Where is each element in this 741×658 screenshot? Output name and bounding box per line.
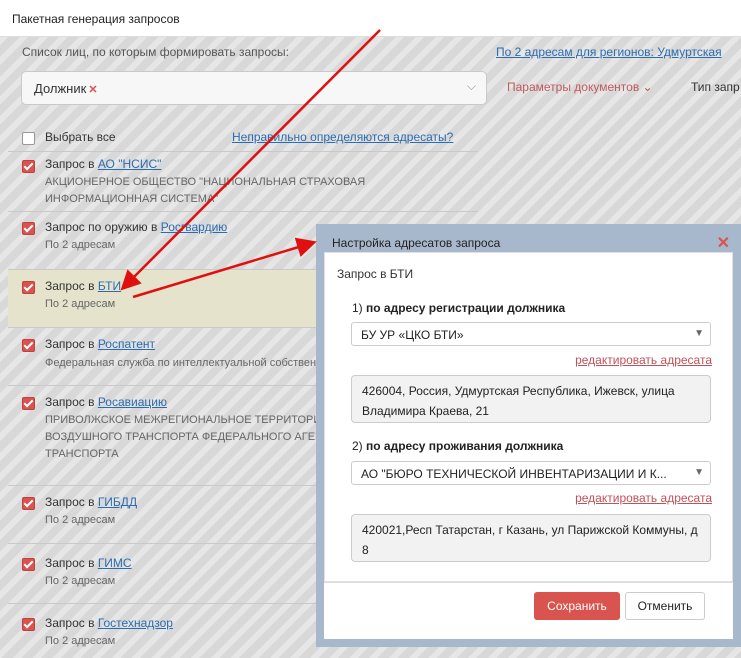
caret-down-icon: ▼	[694, 467, 704, 478]
item-checkbox[interactable]	[22, 160, 35, 173]
item-prefix: Запрос в	[45, 495, 98, 509]
section1-label: 1) по адресу регистрации должника	[352, 301, 565, 315]
section2-edit-link[interactable]: редактировать адресата	[575, 491, 712, 505]
item-prefix: Запрос в	[45, 337, 98, 351]
dialog-title: Настройка адресатов запроса	[332, 236, 501, 250]
select-all-label: Выбрать все	[45, 130, 116, 144]
item-checkbox[interactable]	[22, 618, 35, 631]
debtor-filter-dropdown[interactable]: Должник ✕ ⌵	[21, 71, 487, 105]
window-title: Пакетная генерация запросов	[12, 12, 180, 26]
section1-address: 426004, Россия, Удмуртская Республика, И…	[351, 375, 711, 423]
dialog-body: Запрос в БТИ 1) по адресу регистрации до…	[324, 252, 733, 582]
item-checkbox[interactable]	[22, 397, 35, 410]
item-checkbox[interactable]	[22, 281, 35, 294]
section2-label: 2) по адресу проживания должника	[352, 439, 563, 453]
item-title: Запрос в Росавиацию	[45, 395, 167, 409]
scroll-up-icon[interactable]: ▲	[484, 147, 486, 156]
item-title: Запрос в Роспатент	[45, 337, 155, 351]
section2-address: 420021,Респ Татарстан, г Казань, ул Пари…	[351, 514, 711, 562]
doc-params-label: Параметры документов	[507, 80, 640, 94]
select-all-checkbox[interactable]	[22, 132, 35, 145]
window-titlebar: Пакетная генерация запросов	[0, 0, 741, 37]
wrong-addressees-link[interactable]: Неправильно определяются адресаты?	[232, 130, 453, 144]
cancel-button[interactable]: Отменить	[625, 592, 705, 620]
chevron-down-icon: ⌄	[642, 80, 653, 94]
item-title: Запрос по оружию в Росгвардию	[45, 220, 227, 234]
item-checkbox[interactable]	[22, 558, 35, 571]
section1-title: по адресу регистрации должника	[366, 301, 566, 315]
dialog-header: Настройка адресатов запроса ✕	[324, 232, 733, 252]
item-link[interactable]: Гостехнадзор	[98, 616, 173, 630]
section2-addressee-select[interactable]: АО "БЮРО ТЕХНИЧЕСКОЙ ИНВЕНТАРИЗАЦИИ И К.…	[351, 461, 711, 485]
item-title: Запрос в Гостехнадзор	[45, 616, 173, 630]
save-button[interactable]: Сохранить	[534, 592, 620, 620]
section1-num: 1)	[352, 301, 367, 315]
debtor-tag: Должник ✕	[34, 81, 98, 96]
item-title: Запрос в ГИБДД	[45, 495, 137, 509]
item-link[interactable]: Росгвардию	[161, 220, 228, 234]
section2-title: по адресу проживания должника	[366, 439, 564, 453]
remove-tag-icon[interactable]: ✕	[88, 84, 97, 96]
caret-down-icon: ▼	[694, 328, 704, 339]
item-link[interactable]: АО "НСИС"	[98, 157, 162, 171]
item-title: Запрос в ГИМС	[45, 556, 132, 570]
section2-num: 2)	[352, 439, 367, 453]
item-prefix: Запрос в	[45, 616, 98, 630]
close-icon[interactable]: ✕	[717, 233, 730, 253]
regions-link[interactable]: По 2 адресам для регионов: Удмуртская	[496, 45, 722, 59]
list-item-nsis[interactable]: Запрос в АО "НСИС" АКЦИОНЕРНОЕ ОБЩЕСТВО …	[8, 151, 478, 212]
section1-addressee-select[interactable]: БУ УР «ЦКО БТИ» ▼	[351, 322, 711, 346]
item-link[interactable]: ГИМС	[98, 556, 132, 570]
dialog-subtitle: Запрос в БТИ	[337, 267, 414, 281]
section1-edit-link[interactable]: редактировать адресата	[575, 353, 712, 367]
item-prefix: Запрос в	[45, 395, 98, 409]
item-title: Запрос в АО "НСИС"	[45, 157, 161, 171]
item-prefix: Запрос по оружию в	[45, 220, 161, 234]
item-link[interactable]: ГИБДД	[98, 495, 137, 509]
list-header: Выбрать все Неправильно определяются адр…	[8, 125, 478, 151]
item-prefix: Запрос в	[45, 279, 98, 293]
item-title: Запрос в БТИ	[45, 279, 121, 293]
item-checkbox[interactable]	[22, 339, 35, 352]
addressee-settings-dialog: Настройка адресатов запроса ✕ Запрос в Б…	[316, 224, 741, 647]
item-link[interactable]: Росавиацию	[98, 395, 167, 409]
item-link[interactable]: БТИ	[98, 279, 121, 293]
chevron-down-icon[interactable]: ⌵	[467, 79, 476, 94]
doc-params-menu[interactable]: Параметры документов ⌄	[507, 80, 653, 94]
item-link[interactable]: Роспатент	[98, 337, 155, 351]
item-prefix: Запрос в	[45, 556, 98, 570]
debtor-tag-label: Должник	[34, 81, 87, 96]
section2-select-value: АО "БЮРО ТЕХНИЧЕСКОЙ ИНВЕНТАРИЗАЦИИ И К.…	[361, 467, 667, 481]
dialog-footer: Сохранить Отменить	[324, 582, 733, 640]
item-checkbox[interactable]	[22, 222, 35, 235]
request-type-label[interactable]: Тип запр	[691, 80, 740, 94]
item-prefix: Запрос в	[45, 157, 98, 171]
item-sub: АКЦИОНЕРНОЕ ОБЩЕСТВО "НАЦИОНАЛЬНАЯ СТРАХ…	[45, 176, 366, 205]
item-checkbox[interactable]	[22, 497, 35, 510]
list-label: Список лиц, по которым формировать запро…	[22, 45, 289, 59]
section1-select-value: БУ УР «ЦКО БТИ»	[361, 328, 464, 342]
